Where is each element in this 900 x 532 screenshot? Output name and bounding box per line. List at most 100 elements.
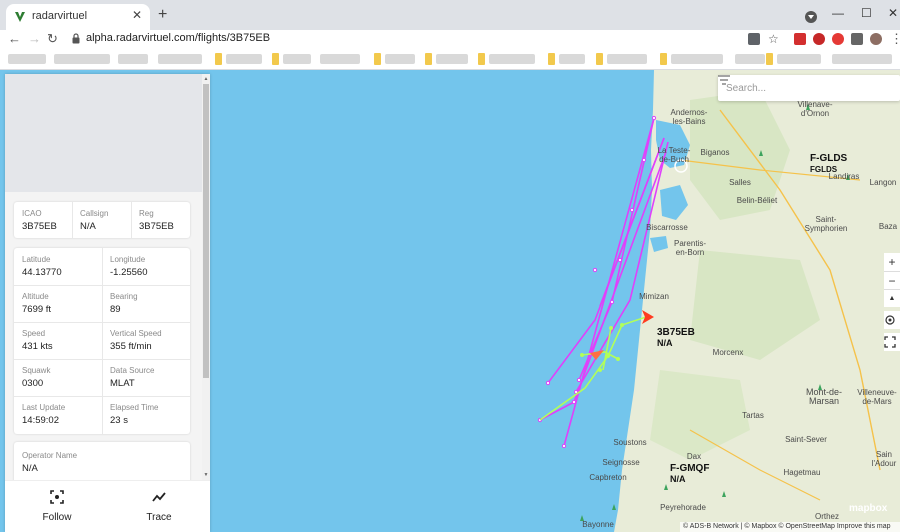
- folder-icon[interactable]: [548, 53, 555, 65]
- extensions-icon[interactable]: [851, 33, 863, 45]
- zoom-in-button[interactable]: +: [884, 253, 900, 271]
- translate-icon[interactable]: [748, 33, 760, 45]
- city-label-langon: Langon: [869, 178, 897, 187]
- bearing-label: Bearing: [110, 292, 138, 301]
- folder-icon[interactable]: [374, 53, 381, 65]
- bookmark-star-icon[interactable]: ☆: [768, 33, 780, 45]
- bookmark-item[interactable]: [735, 54, 765, 64]
- identity-card: ICAO 3B75EB Callsign N/A Reg 3B75EB: [14, 202, 190, 238]
- maximize-icon[interactable]: ☐: [861, 6, 872, 20]
- city-label-villenave: Villenave- d'Ornon: [797, 100, 833, 118]
- aircraft-callsign: F-GMQF: [670, 463, 710, 474]
- bookmark-item[interactable]: [385, 54, 415, 64]
- city-label-peyrehorade: Peyrehorade: [660, 503, 706, 512]
- longitude-label: Longitude: [110, 255, 146, 264]
- city-label-morcenx: Morcenx: [712, 348, 744, 357]
- scrollbar-thumb[interactable]: [203, 84, 209, 378]
- locate-button[interactable]: [884, 311, 900, 329]
- bookmark-item[interactable]: [559, 54, 585, 64]
- scroll-up-icon[interactable]: ▲: [203, 76, 209, 82]
- aircraft-label-fgmqf[interactable]: F-GMQF N/A: [670, 463, 709, 485]
- reload-icon[interactable]: ↻: [47, 30, 58, 48]
- adblock-icon[interactable]: [813, 33, 825, 45]
- search-input[interactable]: [726, 80, 866, 96]
- fullscreen-button[interactable]: [884, 333, 900, 351]
- panel-scroll-area[interactable]: ICAO 3B75EB Callsign N/A Reg 3B75EB Lati…: [5, 74, 210, 480]
- tab-close-icon[interactable]: ✕: [132, 8, 142, 22]
- panel-scrollbar[interactable]: ▲ ▼: [202, 74, 210, 480]
- ublock-icon[interactable]: [832, 33, 844, 45]
- altitude-label: Altitude: [22, 292, 49, 301]
- vertical-speed-label: Vertical Speed: [110, 329, 162, 338]
- bookmark-item[interactable]: [8, 54, 46, 64]
- bookmark-item[interactable]: [489, 54, 535, 64]
- speed-value: 431 kts: [22, 341, 53, 352]
- forward-icon[interactable]: →: [28, 30, 41, 48]
- folder-icon[interactable]: [425, 53, 432, 65]
- back-icon[interactable]: ←: [8, 30, 21, 48]
- pdf-extension-icon[interactable]: [794, 33, 806, 45]
- bookmarks-bar: [0, 48, 900, 70]
- city-label-biganos: Biganos: [700, 148, 730, 157]
- city-label-biscarrosse: Biscarrosse: [646, 223, 688, 232]
- aircraft-photo-placeholder: [5, 74, 202, 192]
- bookmark-item[interactable]: [671, 54, 723, 64]
- bearing-value: 89: [110, 304, 121, 315]
- trace-button[interactable]: Trace: [119, 487, 199, 527]
- aircraft-label-3B75EB[interactable]: 3B75EB N/A: [657, 327, 695, 349]
- profile-menu-icon[interactable]: [805, 11, 817, 23]
- trace-label: Trace: [146, 512, 172, 523]
- map-attribution[interactable]: © ADS-B Network | © Mapbox © OpenStreetM…: [680, 522, 900, 532]
- city-label-salles: Salles: [729, 178, 751, 187]
- compass-button[interactable]: ▲: [884, 289, 900, 307]
- latitude-label: Latitude: [22, 255, 51, 264]
- close-window-icon[interactable]: ✕: [888, 6, 898, 20]
- zoom-out-button[interactable]: −: [884, 271, 900, 289]
- city-label-belin: Belin-Béliet: [736, 196, 778, 205]
- folder-icon[interactable]: [660, 53, 667, 65]
- city-label-hagetmau: Hagetmau: [783, 468, 821, 477]
- bookmark-item[interactable]: [320, 54, 360, 64]
- new-tab-icon[interactable]: +: [158, 7, 167, 23]
- city-label-la-teste: La Teste- de-Buch: [657, 146, 691, 164]
- bookmark-item[interactable]: [226, 54, 262, 64]
- filter-icon[interactable]: [718, 75, 730, 85]
- folder-icon[interactable]: [478, 53, 485, 65]
- folder-icon[interactable]: [766, 53, 773, 65]
- longitude-value: -1.25560: [110, 267, 148, 278]
- fullscreen-icon: [884, 336, 896, 348]
- bookmark-item[interactable]: [436, 54, 468, 64]
- details-card: Latitude 44.13770 Longitude -1.25560 Alt…: [14, 248, 190, 434]
- address-bar[interactable]: alpha.radarvirtuel.com/flights/3B75EB: [66, 31, 786, 47]
- flight-trail-current: [539, 316, 647, 421]
- tab-title: radarvirtuel: [32, 10, 88, 22]
- vertical-speed-value: 355 ft/min: [110, 341, 152, 352]
- bookmark-item[interactable]: [607, 54, 647, 64]
- minimize-icon[interactable]: —: [832, 6, 844, 20]
- scroll-down-icon[interactable]: ▼: [203, 472, 209, 478]
- aircraft-callsign: F-GLDS: [810, 153, 848, 164]
- folder-icon[interactable]: [596, 53, 603, 65]
- url-text: alpha.radarvirtuel.com/flights/3B75EB: [86, 32, 271, 44]
- aircraft-label-fglds[interactable]: F-GLDS FGLDS: [810, 153, 847, 175]
- city-label-dax: Dax: [686, 452, 702, 461]
- city-label-seignosse: Seignosse: [602, 458, 640, 467]
- latitude-value: 44.13770: [22, 267, 62, 278]
- city-label-soustons: Soustons: [613, 438, 647, 447]
- browser-tab[interactable]: radarvirtuel ✕: [6, 4, 150, 30]
- bookmark-item[interactable]: [777, 54, 821, 64]
- city-label-bayonne: Bayonne: [582, 520, 614, 529]
- altitude-value: 7699 ft: [22, 304, 52, 315]
- bookmark-item[interactable]: [54, 54, 110, 64]
- bookmark-item[interactable]: [832, 54, 892, 64]
- avatar[interactable]: [870, 33, 882, 45]
- aircraft-subtitle: N/A: [670, 474, 686, 484]
- bookmark-item[interactable]: [283, 54, 311, 64]
- folder-icon[interactable]: [272, 53, 279, 65]
- follow-button[interactable]: Follow: [17, 487, 97, 527]
- bookmark-item[interactable]: [158, 54, 202, 64]
- folder-icon[interactable]: [215, 53, 222, 65]
- bookmark-item[interactable]: [118, 54, 148, 64]
- menu-icon[interactable]: ⋮: [890, 30, 900, 48]
- icao-label: ICAO: [22, 209, 42, 218]
